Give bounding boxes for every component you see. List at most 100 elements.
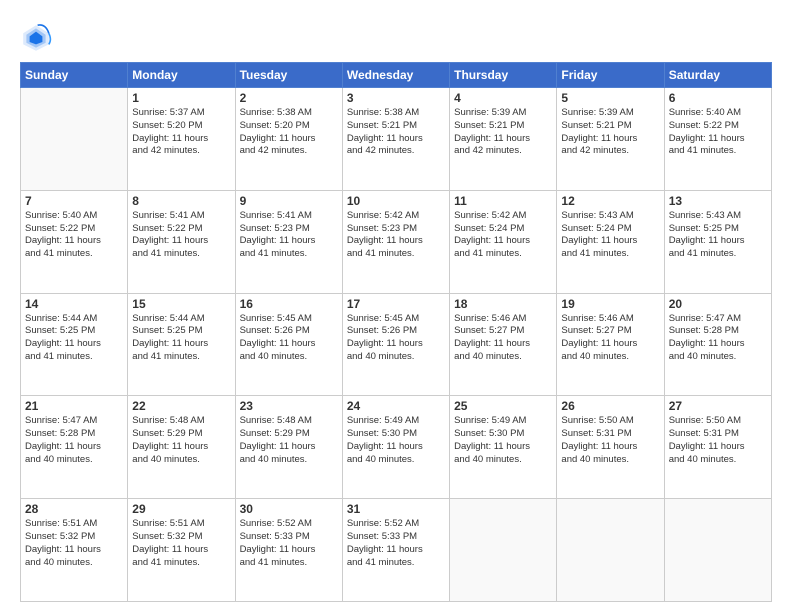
calendar-cell: 12 Sunrise: 5:43 AMSunset: 5:24 PMDayligh… bbox=[557, 190, 664, 293]
day-number: 14 bbox=[25, 297, 123, 311]
week-row-3: 14 Sunrise: 5:44 AMSunset: 5:25 PMDayligh… bbox=[21, 293, 772, 396]
cell-content: Sunrise: 5:48 AMSunset: 5:29 PMDaylight:… bbox=[240, 415, 338, 466]
calendar-cell: 17Sunrise: 5:45 AMSunset: 5:26 PMDayligh… bbox=[342, 293, 449, 396]
day-number: 25 bbox=[454, 399, 552, 413]
cell-content: Sunrise: 5:39 AMSunset: 5:21 PMDaylight:… bbox=[454, 107, 552, 158]
cell-content: Sunrise: 5:42 AMSunset: 5:24 PMDaylight:… bbox=[454, 210, 552, 261]
cell-content: Sunrise: 5:40 AMSunset: 5:22 PMDaylight:… bbox=[669, 107, 767, 158]
calendar-cell: 22 Sunrise: 5:48 AMSunset: 5:29 PMDayligh… bbox=[128, 396, 235, 499]
day-number: 24 bbox=[347, 399, 445, 413]
calendar-cell: 9 Sunrise: 5:41 AMSunset: 5:23 PMDaylight… bbox=[235, 190, 342, 293]
day-header-saturday: Saturday bbox=[664, 63, 771, 88]
calendar-cell: 29 Sunrise: 5:51 AMSunset: 5:32 PMDayligh… bbox=[128, 499, 235, 602]
day-header-tuesday: Tuesday bbox=[235, 63, 342, 88]
day-number: 13 bbox=[669, 194, 767, 208]
week-row-2: 7Sunrise: 5:40 AMSunset: 5:22 PMDaylight… bbox=[21, 190, 772, 293]
cell-content: Sunrise: 5:43 AMSunset: 5:25 PMDaylight:… bbox=[669, 210, 767, 261]
day-number: 12 bbox=[561, 194, 659, 208]
calendar-cell: 30 Sunrise: 5:52 AMSunset: 5:33 PMDayligh… bbox=[235, 499, 342, 602]
day-number: 4 bbox=[454, 91, 552, 105]
calendar-cell bbox=[21, 88, 128, 191]
day-number: 19 bbox=[561, 297, 659, 311]
calendar-cell: 16 Sunrise: 5:45 AMSunset: 5:26 PMDayligh… bbox=[235, 293, 342, 396]
cell-content: Sunrise: 5:42 AMSunset: 5:23 PMDaylight:… bbox=[347, 210, 445, 261]
calendar-cell: 5 Sunrise: 5:39 AMSunset: 5:21 PMDaylight… bbox=[557, 88, 664, 191]
calendar-cell: 18 Sunrise: 5:46 AMSunset: 5:27 PMDayligh… bbox=[450, 293, 557, 396]
calendar-cell: 2Sunrise: 5:38 AMSunset: 5:20 PMDaylight… bbox=[235, 88, 342, 191]
day-number: 20 bbox=[669, 297, 767, 311]
day-number: 21 bbox=[25, 399, 123, 413]
calendar-cell: 27 Sunrise: 5:50 AMSunset: 5:31 PMDayligh… bbox=[664, 396, 771, 499]
week-row-1: 1 Sunrise: 5:37 AMSunset: 5:20 PMDaylight… bbox=[21, 88, 772, 191]
calendar-cell bbox=[664, 499, 771, 602]
calendar-cell: 28Sunrise: 5:51 AMSunset: 5:32 PMDayligh… bbox=[21, 499, 128, 602]
cell-content: Sunrise: 5:44 AMSunset: 5:25 PMDaylight:… bbox=[25, 313, 123, 364]
cell-content: Sunrise: 5:46 AMSunset: 5:27 PMDaylight:… bbox=[454, 313, 552, 364]
day-number: 23 bbox=[240, 399, 338, 413]
cell-content: Sunrise: 5:44 AMSunset: 5:25 PMDaylight:… bbox=[132, 313, 230, 364]
calendar-cell: 25 Sunrise: 5:49 AMSunset: 5:30 PMDayligh… bbox=[450, 396, 557, 499]
calendar-cell: 3 Sunrise: 5:38 AMSunset: 5:21 PMDaylight… bbox=[342, 88, 449, 191]
day-number: 1 bbox=[132, 91, 230, 105]
cell-content: Sunrise: 5:47 AMSunset: 5:28 PMDaylight:… bbox=[25, 415, 123, 466]
day-number: 5 bbox=[561, 91, 659, 105]
cell-content: Sunrise: 5:45 AMSunset: 5:26 PMDaylight:… bbox=[347, 313, 445, 364]
day-number: 15 bbox=[132, 297, 230, 311]
calendar-cell: 10 Sunrise: 5:42 AMSunset: 5:23 PMDayligh… bbox=[342, 190, 449, 293]
cell-content: Sunrise: 5:41 AMSunset: 5:23 PMDaylight:… bbox=[240, 210, 338, 261]
day-number: 11 bbox=[454, 194, 552, 208]
cell-content: Sunrise: 5:37 AMSunset: 5:20 PMDaylight:… bbox=[132, 107, 230, 158]
calendar-cell: 15 Sunrise: 5:44 AMSunset: 5:25 PMDayligh… bbox=[128, 293, 235, 396]
header bbox=[20, 18, 772, 54]
calendar-cell: 11 Sunrise: 5:42 AMSunset: 5:24 PMDayligh… bbox=[450, 190, 557, 293]
day-header-monday: Monday bbox=[128, 63, 235, 88]
logo bbox=[20, 22, 58, 54]
cell-content: Sunrise: 5:48 AMSunset: 5:29 PMDaylight:… bbox=[132, 415, 230, 466]
day-number: 16 bbox=[240, 297, 338, 311]
day-number: 10 bbox=[347, 194, 445, 208]
calendar-cell: 4 Sunrise: 5:39 AMSunset: 5:21 PMDaylight… bbox=[450, 88, 557, 191]
day-number: 26 bbox=[561, 399, 659, 413]
cell-content: Sunrise: 5:52 AMSunset: 5:33 PMDaylight:… bbox=[347, 518, 445, 569]
calendar-cell: 24 Sunrise: 5:49 AMSunset: 5:30 PMDayligh… bbox=[342, 396, 449, 499]
calendar-cell: 19 Sunrise: 5:46 AMSunset: 5:27 PMDayligh… bbox=[557, 293, 664, 396]
calendar-cell bbox=[450, 499, 557, 602]
cell-content: Sunrise: 5:49 AMSunset: 5:30 PMDaylight:… bbox=[454, 415, 552, 466]
day-number: 8 bbox=[132, 194, 230, 208]
cell-content: Sunrise: 5:41 AMSunset: 5:22 PMDaylight:… bbox=[132, 210, 230, 261]
cell-content: Sunrise: 5:49 AMSunset: 5:30 PMDaylight:… bbox=[347, 415, 445, 466]
day-number: 30 bbox=[240, 502, 338, 516]
day-header-sunday: Sunday bbox=[21, 63, 128, 88]
day-number: 22 bbox=[132, 399, 230, 413]
cell-content: Sunrise: 5:39 AMSunset: 5:21 PMDaylight:… bbox=[561, 107, 659, 158]
calendar-cell: 7Sunrise: 5:40 AMSunset: 5:22 PMDaylight… bbox=[21, 190, 128, 293]
calendar-cell: 23 Sunrise: 5:48 AMSunset: 5:29 PMDayligh… bbox=[235, 396, 342, 499]
cell-content: Sunrise: 5:43 AMSunset: 5:24 PMDaylight:… bbox=[561, 210, 659, 261]
day-header-wednesday: Wednesday bbox=[342, 63, 449, 88]
day-number: 6 bbox=[669, 91, 767, 105]
cell-content: Sunrise: 5:38 AMSunset: 5:21 PMDaylight:… bbox=[347, 107, 445, 158]
logo-icon bbox=[20, 22, 52, 54]
day-number: 7 bbox=[25, 194, 123, 208]
day-number: 9 bbox=[240, 194, 338, 208]
day-number: 3 bbox=[347, 91, 445, 105]
day-header-friday: Friday bbox=[557, 63, 664, 88]
calendar-cell: 21 Sunrise: 5:47 AMSunset: 5:28 PMDayligh… bbox=[21, 396, 128, 499]
cell-content: Sunrise: 5:51 AMSunset: 5:32 PMDaylight:… bbox=[25, 518, 123, 569]
day-number: 27 bbox=[669, 399, 767, 413]
day-number: 29 bbox=[132, 502, 230, 516]
day-number: 18 bbox=[454, 297, 552, 311]
cell-content: Sunrise: 5:52 AMSunset: 5:33 PMDaylight:… bbox=[240, 518, 338, 569]
day-number: 31 bbox=[347, 502, 445, 516]
page: SundayMondayTuesdayWednesdayThursdayFrid… bbox=[0, 0, 792, 612]
calendar-cell: 1 Sunrise: 5:37 AMSunset: 5:20 PMDaylight… bbox=[128, 88, 235, 191]
cell-content: Sunrise: 5:45 AMSunset: 5:26 PMDaylight:… bbox=[240, 313, 338, 364]
week-row-5: 28Sunrise: 5:51 AMSunset: 5:32 PMDayligh… bbox=[21, 499, 772, 602]
cell-content: Sunrise: 5:38 AMSunset: 5:20 PMDaylight:… bbox=[240, 107, 338, 158]
calendar-cell: 13 Sunrise: 5:43 AMSunset: 5:25 PMDayligh… bbox=[664, 190, 771, 293]
calendar-cell: 14 Sunrise: 5:44 AMSunset: 5:25 PMDayligh… bbox=[21, 293, 128, 396]
cell-content: Sunrise: 5:51 AMSunset: 5:32 PMDaylight:… bbox=[132, 518, 230, 569]
cell-content: Sunrise: 5:50 AMSunset: 5:31 PMDaylight:… bbox=[669, 415, 767, 466]
cell-content: Sunrise: 5:50 AMSunset: 5:31 PMDaylight:… bbox=[561, 415, 659, 466]
cell-content: Sunrise: 5:46 AMSunset: 5:27 PMDaylight:… bbox=[561, 313, 659, 364]
